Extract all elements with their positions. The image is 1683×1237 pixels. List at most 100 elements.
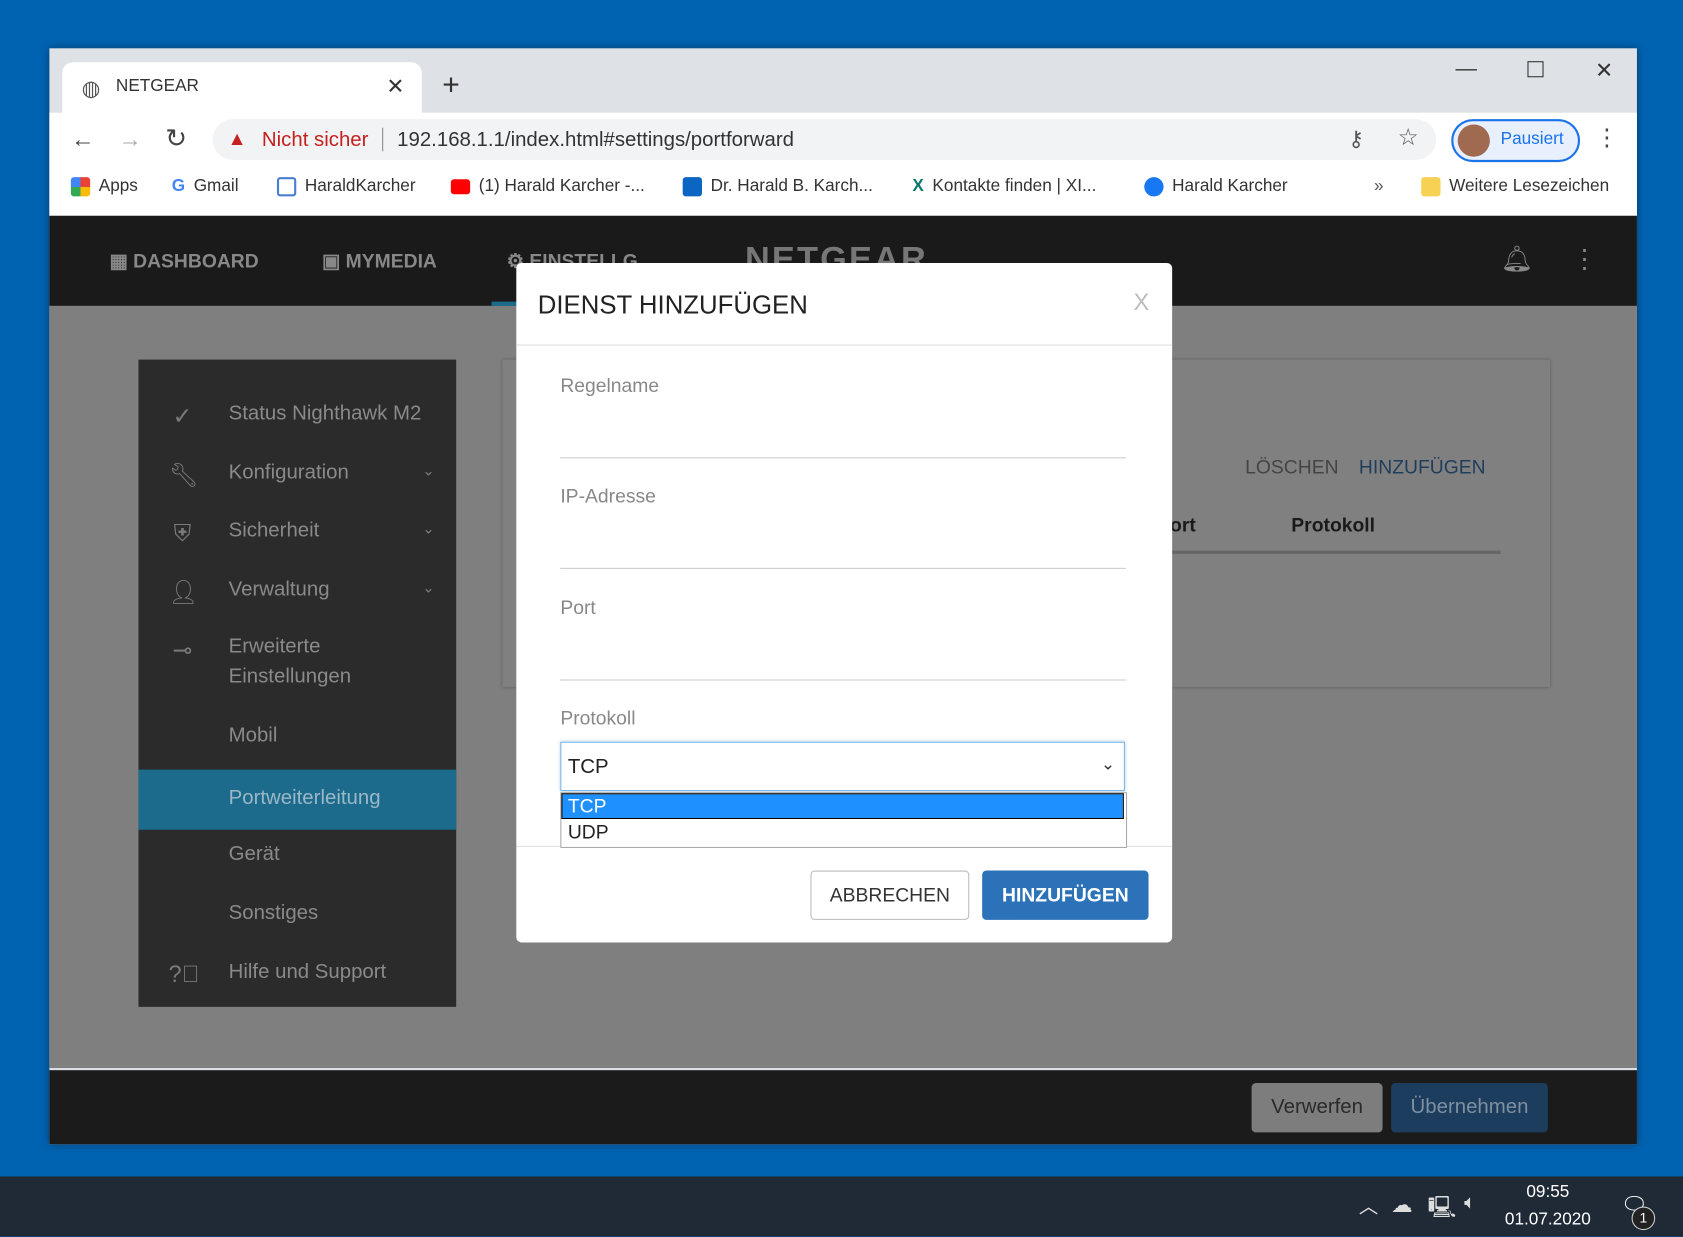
sidebar-label: Erweiterte Einstellungen <box>228 635 352 689</box>
add-link[interactable]: HINZUFÜGEN <box>1359 456 1486 479</box>
apply-button[interactable]: Übernehmen <box>1391 1083 1548 1133</box>
bookmark-other[interactable]: Weitere Lesezeichen <box>1421 177 1610 197</box>
protocol-label: Protokoll <box>560 707 636 729</box>
close-window-icon[interactable]: ✕ <box>1595 57 1613 84</box>
protocol-select[interactable]: TCP ⌄ <box>560 741 1125 792</box>
sidebar-label: Sonstiges <box>228 901 319 925</box>
person-icon: 👤︎ <box>168 578 199 606</box>
warning-icon: ▲ <box>227 127 247 150</box>
bookmark-facebook[interactable]: Harald Karcher <box>1144 177 1288 197</box>
sidebar-item-erweitert[interactable]: ⊸ Erweiterte Einstellungen <box>138 635 456 701</box>
sidebar-label: Sicherheit <box>228 519 320 543</box>
cancel-button[interactable]: ABBRECHEN <box>810 870 970 920</box>
bookmarks-overflow[interactable]: » <box>1374 177 1384 196</box>
port-field[interactable]: Port <box>560 597 1126 683</box>
security-label[interactable]: Nicht sicher <box>262 129 369 153</box>
divider <box>382 127 384 152</box>
field-label: Port <box>560 596 596 619</box>
ip-address-field[interactable]: IP-Adresse <box>560 485 1126 571</box>
add-service-dialog: DIENST HINZUFÜGEN X Regelname IP-Adresse… <box>516 262 1173 943</box>
shield-icon: ⛨ <box>173 519 192 547</box>
help-icon: ?⃝ <box>168 960 200 988</box>
field-underline <box>560 679 1126 681</box>
google-icon: G <box>171 177 186 196</box>
discard-button[interactable]: Verwerfen <box>1251 1083 1383 1133</box>
forward-icon[interactable]: → <box>118 126 142 154</box>
bell-icon[interactable]: 🔔︎ <box>1501 244 1534 275</box>
chevron-up-icon[interactable]: ︿ <box>1359 1191 1378 1219</box>
chevron-down-icon: ⌄ <box>422 578 435 596</box>
minimize-icon[interactable]: — <box>1456 57 1477 82</box>
xing-icon: X <box>912 177 924 196</box>
option-tcp[interactable]: TCP <box>561 793 1124 820</box>
bookmark-label: Dr. Harald B. Karch... <box>710 177 873 196</box>
close-tab-icon[interactable]: ✕ <box>386 73 404 100</box>
apps-icon <box>70 177 91 197</box>
globe-icon: ◍ <box>81 77 101 101</box>
linkedin-icon <box>682 177 703 197</box>
sidebar-label: Status Nighthawk M2 <box>228 402 422 426</box>
nav-mymedia[interactable]: ▣ MYMEDIA <box>322 250 437 273</box>
youtube-icon <box>450 179 471 195</box>
volume-icon[interactable]: 🔈︎ <box>1464 1191 1476 1214</box>
option-udp[interactable]: UDP <box>562 820 1122 844</box>
close-icon[interactable]: X <box>1134 289 1150 317</box>
notification-badge: 1 <box>1631 1206 1656 1231</box>
bookmark-youtube[interactable]: (1) Harald Karcher -... <box>450 177 645 196</box>
browser-tab[interactable]: ◍ NETGEAR ✕ <box>62 62 422 114</box>
star-icon[interactable]: ☆ <box>1398 123 1419 151</box>
sidebar-label: Gerät <box>228 842 280 866</box>
sidebar-label: Mobil <box>228 724 278 748</box>
nav-label: DASHBOARD <box>133 250 259 272</box>
menu-icon[interactable]: ⋮ <box>1595 123 1619 151</box>
bookmark-xing[interactable]: X Kontakte finden | XI... <box>912 177 1096 196</box>
bookmark-label: Gmail <box>193 177 239 196</box>
folder-icon <box>1421 177 1441 197</box>
field-underline <box>560 567 1126 569</box>
address-bar[interactable]: ▲ Nicht sicher 192.168.1.1/index.html#se… <box>212 119 1437 160</box>
clock-date[interactable]: 01.07.2020 <box>1505 1211 1591 1230</box>
protocol-dropdown: TCP UDP <box>560 792 1128 848</box>
bookmark-haraldkarcher[interactable]: HaraldKarcher <box>276 177 416 197</box>
reload-icon[interactable]: ↻ <box>165 123 187 154</box>
maximize-icon[interactable] <box>1527 61 1544 78</box>
network-icon[interactable]: 🖳︎ <box>1428 1191 1457 1227</box>
chevron-down-icon: ⌄ <box>422 461 435 479</box>
more-icon[interactable]: ⋮ <box>1571 244 1597 275</box>
divider <box>516 344 1173 346</box>
nav-dashboard[interactable]: ▦ DASHBOARD <box>109 250 258 273</box>
bookmark-linkedin[interactable]: Dr. Harald B. Karch... <box>682 177 873 197</box>
add-button[interactable]: HINZUFÜGEN <box>982 870 1149 920</box>
footer-bar: Verwerfen Übernehmen <box>49 1070 1637 1145</box>
page-icon <box>276 177 297 197</box>
check-circle-icon: ✓ <box>172 402 193 430</box>
delete-link[interactable]: LÖSCHEN <box>1245 456 1338 479</box>
new-tab-icon[interactable]: + <box>442 68 460 102</box>
onedrive-icon[interactable]: ☁ <box>1391 1191 1412 1218</box>
sidebar-item-portweiterleitung[interactable]: Portweiterleitung <box>138 769 457 830</box>
sidebar-label: Portweiterleitung <box>228 786 381 810</box>
column-protocol: Protokoll <box>1291 514 1376 536</box>
rule-name-field[interactable]: Regelname <box>560 375 1126 461</box>
bookmark-label: Weitere Lesezeichen <box>1449 177 1610 196</box>
toggle-icon: ⊸ <box>172 636 193 664</box>
nav-label: MYMEDIA <box>345 250 437 272</box>
facebook-icon <box>1144 177 1164 197</box>
sidebar-label: Konfiguration <box>228 461 349 485</box>
bookmark-label: Harald Karcher <box>1172 177 1288 196</box>
field-label: Regelname <box>560 374 660 397</box>
profile-button[interactable]: Pausiert <box>1451 119 1581 163</box>
chevron-down-icon: ⌄ <box>1100 755 1116 774</box>
sidebar: ✓ Status Nighthawk M2 🔧︎ Konfiguration ⌄ ⛨ S… <box>138 359 457 1007</box>
select-value: TCP <box>567 755 609 779</box>
clock-time[interactable]: 09:55 <box>1526 1183 1569 1202</box>
taskbar: ︿ ☁ 🖳︎ 🔈︎ 09:55 01.07.2020 🗨︎ 1 <box>0 1176 1683 1237</box>
avatar <box>1457 124 1490 157</box>
back-icon[interactable]: ← <box>71 126 95 154</box>
bookmark-apps[interactable]: Apps <box>70 177 138 197</box>
key-icon[interactable]: ⚷ <box>1348 126 1364 153</box>
profile-label: Pausiert <box>1500 129 1564 149</box>
bookmark-gmail[interactable]: G Gmail <box>172 177 239 196</box>
url-text[interactable]: 192.168.1.1/index.html#settings/portforw… <box>397 129 794 153</box>
bookmark-label: HaraldKarcher <box>304 177 416 196</box>
